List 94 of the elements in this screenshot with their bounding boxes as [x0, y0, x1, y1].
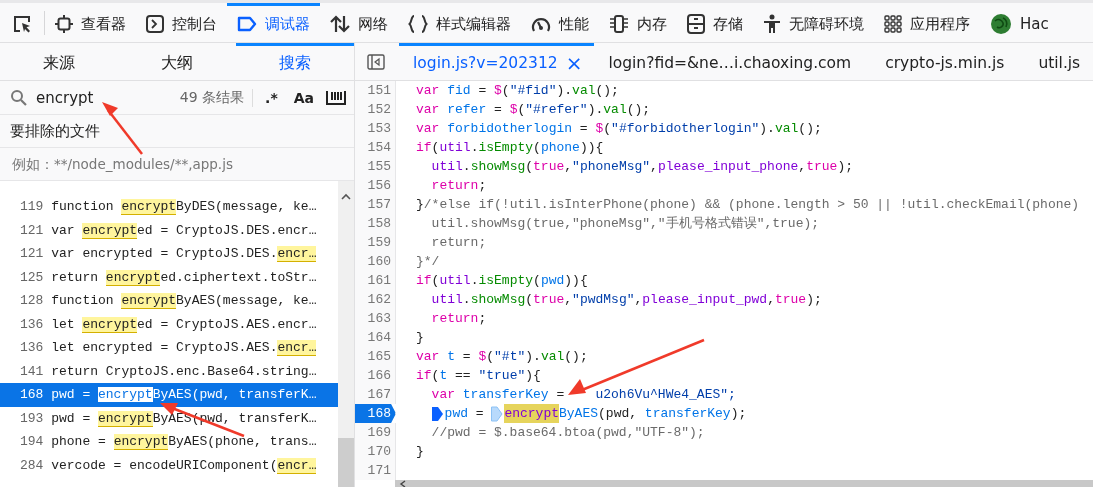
line-number[interactable]: 171	[355, 461, 396, 480]
line-number[interactable]: 162	[355, 290, 396, 309]
toolbar-tab[interactable]: 调试器	[227, 3, 320, 42]
up-down-arrows-icon	[330, 15, 350, 33]
search-result[interactable]: 128 function encryptByAES(message, ke…	[0, 289, 338, 313]
line-number[interactable]: 156	[355, 176, 396, 195]
code-line: util.showMsg(true,"phoneMsg","手机号格式错误",true);	[430, 215, 820, 233]
search-result[interactable]: 121 var encrypted = CryptoJS.DES.encr…	[0, 242, 338, 266]
search-result[interactable]: 119 function encryptByDES(message, ke…	[0, 195, 338, 219]
sidebar-toggle-icon[interactable]	[367, 53, 385, 70]
code-line: if(util.isEmpty(pwd)){	[416, 272, 588, 290]
line-number[interactable]: 160	[355, 252, 396, 271]
file-tab[interactable]: util.js	[1024, 43, 1093, 80]
whole-word-icon[interactable]	[326, 89, 346, 106]
code-line: }	[416, 443, 424, 461]
line-number[interactable]: 151	[355, 81, 396, 100]
braces-icon	[408, 15, 428, 33]
line-number[interactable]: 155	[355, 157, 396, 176]
line-number[interactable]: 163	[355, 309, 396, 328]
line-number[interactable]: 164	[355, 328, 396, 347]
gauge-icon	[531, 15, 551, 33]
code-line: util.showMsg(true,"pwdMsg",please_input_pwd,true);	[430, 291, 822, 309]
horizontal-scrollbar[interactable]	[395, 480, 1093, 487]
code-line: util.showMsg(true,"phoneMsg",please_input_phone,true);	[430, 158, 853, 176]
code-line: var fid = $("#fid").val();	[416, 82, 619, 100]
code-line: }*/	[416, 253, 440, 271]
sidebar-tab[interactable]: 来源	[0, 43, 118, 80]
search-result[interactable]: 136 let encrypted = CryptoJS.AES.encr…	[0, 312, 338, 336]
result-count: 49 条结果	[179, 88, 245, 107]
code-line: pwd = encryptByAES(pwd, transferKey);	[416, 404, 747, 423]
line-number[interactable]: 152	[355, 100, 396, 119]
code-line: var forbidotherlogin = $("#forbidotherlogin").val();	[416, 120, 822, 138]
toolbar-tab[interactable]: 控制台	[136, 3, 227, 42]
tag-icon	[237, 16, 257, 32]
code-line: return;	[430, 234, 487, 252]
toolbar-tab[interactable]: 查看器	[45, 3, 136, 42]
close-icon[interactable]: ×	[565, 51, 583, 75]
toolbar-tab[interactable]: 性能	[521, 3, 599, 42]
person-icon	[763, 14, 781, 34]
grid-icon	[884, 15, 902, 33]
line-number[interactable]: 170	[355, 442, 396, 461]
toolbar-tab[interactable]: 应用程序	[874, 3, 980, 42]
search-result[interactable]: 284 vercode = encodeURIComponent(encr…	[0, 453, 338, 477]
code-line: var refer = $("#refer").val();	[416, 101, 651, 119]
line-number[interactable]: 157	[355, 195, 396, 214]
code-line: //pwd = $.base64.btoa(pwd,"UTF-8");	[430, 424, 705, 442]
code-line: if(util.isEmpty(phone)){	[416, 139, 604, 157]
toolbar-tab[interactable]: 存储	[677, 3, 753, 42]
crosshair-box-icon	[55, 15, 73, 33]
file-tab[interactable]: crypto-js.min.js	[871, 43, 1025, 80]
code-line: var transferKey = u2oh6Vu^HWe4_AES";	[430, 386, 736, 404]
code-line: }	[416, 329, 424, 347]
search-result[interactable]: 194 phone = encryptByAES(phone, trans…	[0, 430, 338, 454]
line-number[interactable]: 159	[355, 233, 396, 252]
code-line: if(t == "true"){	[416, 367, 541, 385]
search-result[interactable]: 125 return encrypted.ciphertext.toStr…	[0, 265, 338, 289]
chip-icon	[609, 15, 629, 33]
code-line: return;	[430, 310, 487, 328]
search-result[interactable]: 168 pwd = encryptByAES(pwd, transferK…	[0, 383, 338, 407]
line-number[interactable]: 167	[355, 385, 396, 404]
breakpoint-marker-icon	[431, 405, 444, 422]
code-line: var t = $("#t").val();	[416, 348, 588, 366]
line-number[interactable]: 169	[355, 423, 396, 442]
search-result[interactable]: 136 let encrypted = CryptoJS.AES.encr…	[0, 336, 338, 360]
console-icon	[146, 15, 164, 33]
drawers-icon	[687, 14, 705, 34]
search-result[interactable]: 121 var encrypted = CryptoJS.DES.encr…	[0, 218, 338, 242]
line-number[interactable]: 165	[355, 347, 396, 366]
file-tab[interactable]: login?fid=&ne…i.chaoxing.com	[594, 43, 872, 80]
scrollbar-thumb[interactable]	[338, 438, 354, 487]
toolbar-tab[interactable]: 网络	[320, 3, 398, 42]
code-line: }/*else if(!util.isInterPhone(phone) && (phone.length > 50 || !util.checkEmail(phone)	[416, 196, 1080, 214]
line-number[interactable]: 158	[355, 214, 396, 233]
toolbar-tab[interactable]: 样式编辑器	[398, 3, 521, 42]
match-case-toggle[interactable]: Aa	[289, 89, 318, 106]
regex-toggle[interactable]: .*	[261, 89, 282, 106]
toolbar-tab[interactable]: 无障碍环境	[753, 3, 874, 42]
sidebar-tab[interactable]: 大纲	[118, 43, 236, 80]
globe-icon	[990, 13, 1012, 35]
search-input[interactable]: encrypt	[36, 88, 172, 107]
line-number[interactable]: 153	[355, 119, 396, 138]
search-result[interactable]: 141 return CryptoJS.enc.Base64.string…	[0, 359, 338, 383]
toolbar-tab[interactable]: 内存	[599, 3, 677, 42]
search-icon	[10, 88, 28, 107]
code-line: return;	[430, 177, 487, 195]
line-number[interactable]: 154	[355, 138, 396, 157]
scroll-up-icon[interactable]	[341, 193, 351, 201]
line-number[interactable]: 161	[355, 271, 396, 290]
cursor-icon	[12, 14, 32, 34]
scrollbar[interactable]	[338, 181, 354, 487]
scroll-left-icon[interactable]	[399, 480, 407, 487]
line-number[interactable]: 168	[355, 404, 396, 423]
toolbar-tab[interactable]: Hac	[980, 3, 1059, 42]
line-number[interactable]: 166	[355, 366, 396, 385]
